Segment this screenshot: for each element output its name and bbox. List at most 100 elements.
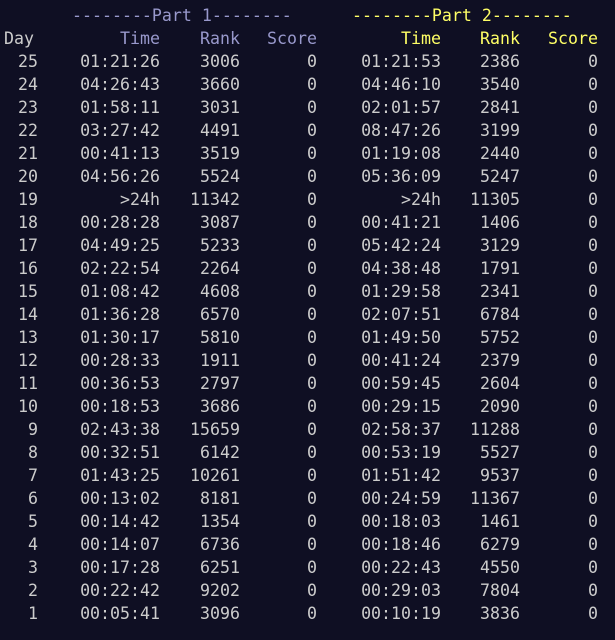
part1-rank: 5524 (200, 167, 240, 186)
part1-rank: 3660 (200, 75, 240, 94)
part1-time: 02:43:38 (80, 420, 160, 439)
part1-time-header: Time (120, 29, 160, 48)
part2-score: 0 (588, 351, 598, 370)
part2-rank: 2440 (480, 144, 520, 163)
part1-rank: 2264 (200, 259, 240, 278)
table-row: 14 01:36:28 6570 0 02:07:51 6784 0 (0, 303, 615, 326)
part2-score: 0 (588, 535, 598, 554)
part2-score: 0 (588, 512, 598, 531)
day-number: 23 (18, 98, 38, 117)
part2-score: 0 (588, 98, 598, 117)
part1-rank: 4491 (200, 121, 240, 140)
part1-score: 0 (307, 190, 317, 209)
table-row: 19 >24h 11342 0 >24h 11305 0 (0, 188, 615, 211)
part1-rank: 3031 (200, 98, 240, 117)
part1-time: 01:21:26 (80, 52, 160, 71)
part1-rank: 11342 (190, 190, 240, 209)
part1-score: 0 (307, 558, 317, 577)
part1-rank: 3006 (200, 52, 240, 71)
day-number: 16 (18, 259, 38, 278)
day-number: 15 (18, 282, 38, 301)
part2-rank: 5247 (480, 167, 520, 186)
table-row: 5 00:14:42 1354 0 00:18:03 1461 0 (0, 510, 615, 533)
part2-time: 01:51:42 (361, 466, 441, 485)
part2-time: 04:46:10 (361, 75, 441, 94)
part1-rank: 1911 (200, 351, 240, 370)
part2-rank: 4550 (480, 558, 520, 577)
part1-score: 0 (307, 374, 317, 393)
table-row: 9 02:43:38 15659 0 02:58:37 11288 0 (0, 418, 615, 441)
part2-time: 00:22:43 (361, 558, 441, 577)
part1-time: 00:13:02 (80, 489, 160, 508)
part1-time: 01:30:17 (80, 328, 160, 347)
part2-score: 0 (588, 213, 598, 232)
part2-rank: 2090 (480, 397, 520, 416)
part2-score: 0 (588, 52, 598, 71)
part2-rank: 1406 (480, 213, 520, 232)
table-row: 25 01:21:26 3006 0 01:21:53 2386 0 (0, 50, 615, 73)
part1-time: 01:36:28 (80, 305, 160, 324)
day-number: 19 (18, 190, 38, 209)
day-number: 17 (18, 236, 38, 255)
table-row: 11 00:36:53 2797 0 00:59:45 2604 0 (0, 372, 615, 395)
table-row: 10 00:18:53 3686 0 00:29:15 2090 0 (0, 395, 615, 418)
part1-rank: 3686 (200, 397, 240, 416)
part1-score: 0 (307, 259, 317, 278)
part2-score: 0 (588, 604, 598, 623)
part2-time: 00:10:19 (361, 604, 441, 623)
part2-score: 0 (588, 305, 598, 324)
column-header-row: Day Time Rank Score Time Rank Score (0, 27, 615, 50)
table-row: 18 00:28:28 3087 0 00:41:21 1406 0 (0, 211, 615, 234)
table-row: 16 02:22:54 2264 0 04:38:48 1791 0 (0, 257, 615, 280)
part2-score: 0 (588, 282, 598, 301)
table-row: 6 00:13:02 8181 0 00:24:59 11367 0 (0, 487, 615, 510)
part1-rank: 10261 (190, 466, 240, 485)
part1-time: 00:36:53 (80, 374, 160, 393)
part2-rank: 6784 (480, 305, 520, 324)
part1-time: 00:18:53 (80, 397, 160, 416)
part2-rank: 6279 (480, 535, 520, 554)
part1-score: 0 (307, 144, 317, 163)
day-number: 22 (18, 121, 38, 140)
part1-rank: 6251 (200, 558, 240, 577)
part1-score: 0 (307, 489, 317, 508)
day-number: 11 (18, 374, 38, 393)
part2-rank: 3199 (480, 121, 520, 140)
day-number: 20 (18, 167, 38, 186)
part1-time: 04:26:43 (80, 75, 160, 94)
part2-time: 00:18:46 (361, 535, 441, 554)
part2-score-header: Score (548, 29, 598, 48)
part2-score: 0 (588, 443, 598, 462)
day-number: 18 (18, 213, 38, 232)
part1-time: 01:08:42 (80, 282, 160, 301)
part2-rank: 5752 (480, 328, 520, 347)
part1-score: 0 (307, 604, 317, 623)
part1-score: 0 (307, 535, 317, 554)
part2-time: 01:19:08 (361, 144, 441, 163)
part1-rank: 5233 (200, 236, 240, 255)
table-row: 4 00:14:07 6736 0 00:18:46 6279 0 (0, 533, 615, 556)
part2-time: 00:24:59 (361, 489, 441, 508)
part2-rank: 3836 (480, 604, 520, 623)
part1-score: 0 (307, 351, 317, 370)
part2-header: --------Part 2-------- (352, 6, 572, 25)
part1-score: 0 (307, 328, 317, 347)
part2-rank: 11288 (470, 420, 520, 439)
part2-rank: 9537 (480, 466, 520, 485)
table-row: 7 01:43:25 10261 0 01:51:42 9537 0 (0, 464, 615, 487)
part1-score: 0 (307, 581, 317, 600)
day-number: 24 (18, 75, 38, 94)
part2-score: 0 (588, 144, 598, 163)
part2-score: 0 (588, 75, 598, 94)
part1-score: 0 (307, 512, 317, 531)
part1-score: 0 (307, 98, 317, 117)
part1-rank: 4608 (200, 282, 240, 301)
part2-rank: 11305 (470, 190, 520, 209)
table-row: 23 01:58:11 3031 0 02:01:57 2841 0 (0, 96, 615, 119)
part2-time: 00:59:45 (361, 374, 441, 393)
day-number: 1 (28, 604, 38, 623)
table-row: 3 00:17:28 6251 0 00:22:43 4550 0 (0, 556, 615, 579)
day-number: 25 (18, 52, 38, 71)
part2-rank: 3129 (480, 236, 520, 255)
part1-rank: 3087 (200, 213, 240, 232)
